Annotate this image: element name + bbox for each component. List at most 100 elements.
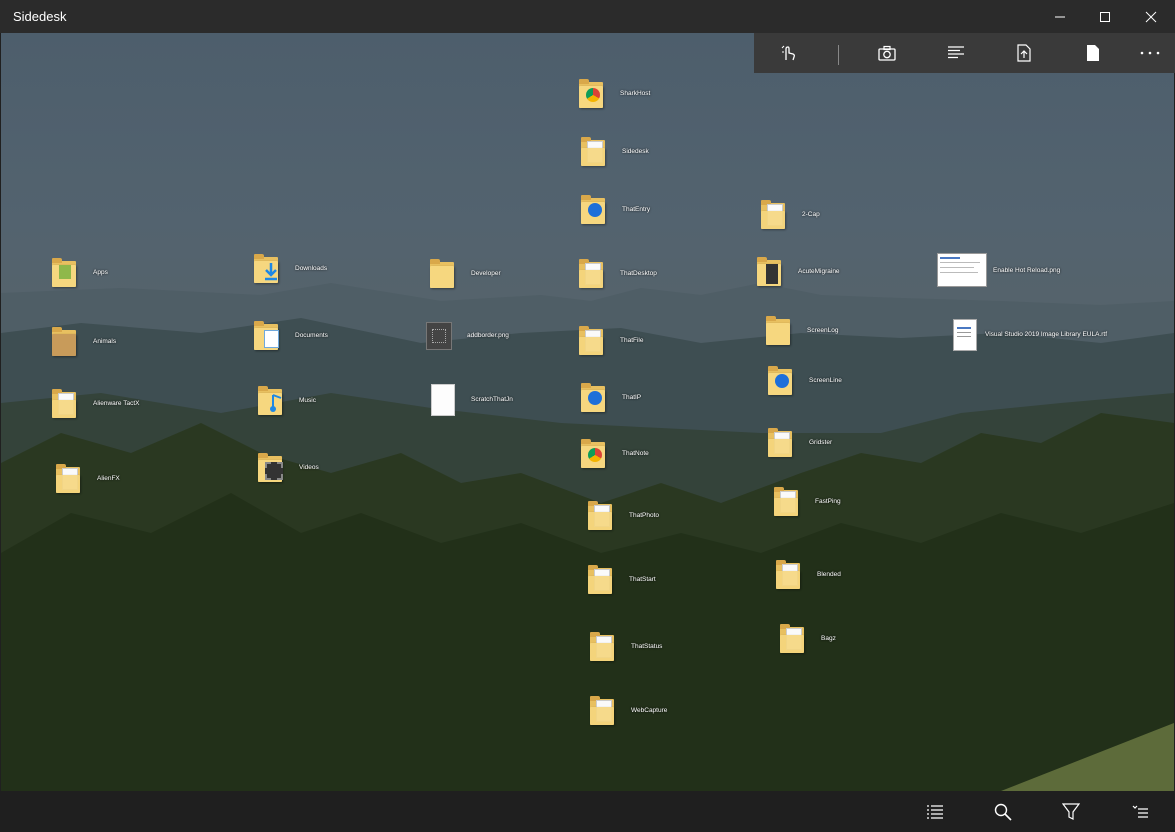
documents-folder-icon — [251, 318, 281, 352]
toolbar-separator — [838, 45, 839, 65]
text-align-icon — [948, 46, 964, 59]
folder-icon — [587, 629, 617, 663]
chrome-folder-icon — [578, 436, 608, 470]
camera-icon — [878, 45, 896, 61]
desktop-item-downloads[interactable]: Downloads — [251, 251, 327, 285]
camera-button[interactable] — [862, 33, 912, 73]
sort-button[interactable] — [1115, 791, 1165, 832]
desktop-item-acutemigraine[interactable]: AcuteMigraine — [754, 254, 840, 288]
desktop-item-videos[interactable]: Videos — [255, 450, 319, 484]
bottom-command-bar — [0, 791, 1175, 832]
app-title: Sidedesk — [13, 9, 67, 24]
item-label: Enable Hot Reload.png — [993, 266, 1061, 274]
close-icon — [1145, 11, 1157, 22]
export-file-button[interactable] — [999, 33, 1049, 73]
folder-icon — [587, 693, 617, 727]
folder-icon — [578, 192, 608, 226]
item-label: ScreenLog — [807, 326, 839, 334]
folder-icon — [765, 425, 795, 459]
desktop-item-enable-hot-reload[interactable]: Enable Hot Reload.png — [937, 253, 1060, 287]
touch-mode-button[interactable] — [764, 33, 814, 73]
filter-icon — [1062, 802, 1080, 820]
page-button[interactable] — [1068, 33, 1118, 73]
desktop-item-thatstart[interactable]: ThatStart — [585, 562, 656, 596]
close-button[interactable] — [1128, 0, 1174, 33]
folder-icon — [777, 621, 807, 655]
desktop-item-apps[interactable]: Apps — [49, 255, 108, 289]
desktop-item-sidedesk[interactable]: Sidedesk — [578, 134, 649, 168]
desktop-item-scratchthatjn[interactable]: ScratchThatJn — [427, 382, 513, 416]
folder-icon — [49, 324, 79, 358]
text-align-button[interactable] — [931, 33, 981, 73]
desktop-item-webcapture[interactable]: WebCapture — [587, 693, 667, 727]
desktop-item-blended[interactable]: Blended — [773, 557, 841, 591]
folder-icon — [576, 323, 606, 357]
folder-icon — [758, 197, 788, 231]
desktop-item-thatfile[interactable]: ThatFile — [576, 323, 643, 357]
list-view-button[interactable] — [910, 791, 960, 832]
desktop-item-bagz[interactable]: Bagz — [777, 621, 836, 655]
folder-icon — [53, 461, 83, 495]
desktop-item-2-cap[interactable]: 2-Cap — [758, 197, 820, 231]
item-label: Documents — [295, 331, 328, 339]
item-label: addborder.png — [467, 331, 509, 339]
search-button[interactable] — [978, 791, 1028, 832]
desktop-item-fastping[interactable]: FastPing — [771, 484, 841, 518]
folder-icon — [427, 256, 457, 290]
page-icon — [1087, 45, 1099, 61]
desktop-item-thatip[interactable]: ThatIP — [578, 380, 641, 414]
item-label: Bagz — [821, 634, 836, 642]
item-label: ThatStatus — [631, 642, 663, 650]
desktop-item-thatstatus[interactable]: ThatStatus — [587, 629, 662, 663]
desktop-item-animals[interactable]: Animals — [49, 324, 116, 358]
desktop-item-screenline[interactable]: ScreenLine — [765, 363, 842, 397]
folder-icon — [763, 313, 793, 347]
item-label: ThatStart — [629, 575, 656, 583]
maximize-icon — [1100, 11, 1110, 22]
music-folder-icon — [255, 383, 285, 417]
minimize-button[interactable] — [1037, 0, 1083, 33]
item-label: 2-Cap — [802, 210, 820, 218]
videos-folder-icon — [255, 450, 285, 484]
export-file-icon — [1017, 44, 1031, 62]
desktop-item-sharkhost[interactable]: SharkHost — [576, 76, 650, 110]
sort-icon — [1132, 805, 1148, 818]
desktop-item-thatnote[interactable]: ThatNote — [578, 436, 649, 470]
item-label: ThatEntry — [622, 205, 651, 213]
desktop-canvas[interactable]: Apps Animals Alienware TactX AlienFX Dow… — [1, 33, 1174, 791]
desktop-item-thatentry[interactable]: ThatEntry — [578, 192, 650, 226]
item-label: Music — [299, 396, 316, 404]
desktop-item-thatphoto[interactable]: ThatPhoto — [585, 498, 659, 532]
item-label: ScreenLine — [809, 376, 842, 384]
more-options-button[interactable] — [1125, 33, 1175, 73]
downloads-folder-icon — [251, 251, 281, 285]
folder-icon — [576, 256, 606, 290]
desktop-item-alienware-tactx[interactable]: Alienware TactX — [49, 386, 140, 420]
desktop-item-documents[interactable]: Documents — [251, 318, 328, 352]
folder-icon — [585, 498, 615, 532]
filter-button[interactable] — [1046, 791, 1096, 832]
desktop-item-music[interactable]: Music — [255, 383, 316, 417]
item-label: Downloads — [295, 264, 328, 272]
desktop-item-vs-eula[interactable]: Visual Studio 2019 Image Library EULA.rt… — [949, 317, 1107, 351]
item-label: SharkHost — [620, 89, 651, 97]
item-label: Sidedesk — [622, 147, 649, 155]
item-label: AcuteMigraine — [798, 267, 840, 275]
maximize-button[interactable] — [1082, 0, 1128, 33]
item-label: WebCapture — [631, 706, 668, 714]
folder-icon — [578, 380, 608, 414]
touch-mode-icon — [781, 45, 795, 61]
desktop-item-addborder[interactable]: addborder.png — [423, 318, 509, 352]
desktop-item-alienfx[interactable]: AlienFX — [53, 461, 120, 495]
item-label: Apps — [93, 268, 108, 276]
desktop-item-developer[interactable]: Developer — [427, 256, 501, 290]
minimize-icon — [1055, 16, 1065, 17]
item-label: Alienware TactX — [93, 399, 140, 407]
desktop-item-thatdesktop[interactable]: ThatDesktop — [576, 256, 657, 290]
desktop-item-screenlog[interactable]: ScreenLog — [763, 313, 838, 347]
chrome-folder-icon — [576, 76, 606, 110]
image-file-icon — [423, 318, 453, 352]
desktop-item-gridster[interactable]: Gridster — [765, 425, 832, 459]
file-icon — [427, 382, 457, 416]
more-icon — [1140, 51, 1160, 55]
